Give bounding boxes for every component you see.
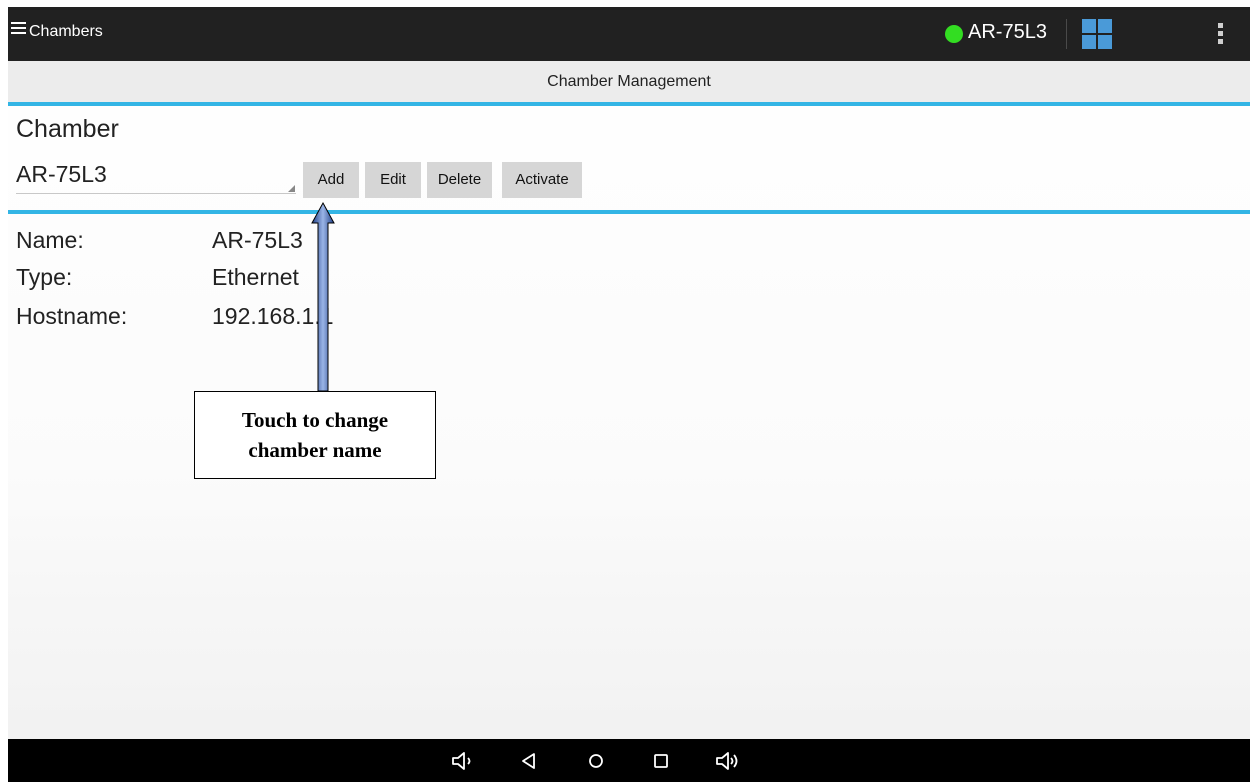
spinner-underline xyxy=(16,193,296,194)
annotation-callout: Touch to change chamber name xyxy=(194,391,436,479)
name-label: Name: xyxy=(16,227,84,253)
chamber-section-label: Chamber xyxy=(16,115,119,143)
accent-divider-bottom xyxy=(8,210,1250,214)
type-label: Type: xyxy=(16,264,73,290)
recents-icon[interactable] xyxy=(648,749,674,773)
volume-down-icon[interactable] xyxy=(450,749,476,773)
volume-up-icon[interactable] xyxy=(714,749,740,773)
tile-grid-icon[interactable] xyxy=(1082,19,1112,49)
action-bar: Chambers AR-75L3 xyxy=(8,7,1250,61)
dropdown-arrow-icon[interactable] xyxy=(288,185,295,192)
overflow-menu-icon[interactable] xyxy=(1216,23,1224,45)
type-value: Ethernet xyxy=(212,264,299,290)
delete-button[interactable]: Delete xyxy=(427,162,492,198)
activate-button[interactable]: Activate xyxy=(502,162,582,198)
annotation-line-1: Touch to change xyxy=(241,408,389,432)
action-bar-divider xyxy=(1066,19,1067,49)
home-icon[interactable] xyxy=(583,749,609,773)
menu-icon[interactable] xyxy=(11,22,27,36)
chamber-spinner-value[interactable]: AR-75L3 xyxy=(16,161,107,188)
connection-status-icon xyxy=(945,25,963,43)
app-window: Chambers AR-75L3 Chamber Management Cham… xyxy=(8,7,1250,782)
app-title[interactable]: Chambers xyxy=(29,23,103,41)
annotation-arrow-icon xyxy=(311,201,335,392)
hostname-label: Hostname: xyxy=(16,303,128,329)
annotation-line-2: chamber name xyxy=(248,438,382,462)
accent-divider-top xyxy=(8,102,1250,106)
active-chamber-label: AR-75L3 xyxy=(968,21,1047,43)
name-value: AR-75L3 xyxy=(212,227,303,253)
chamber-spinner[interactable]: AR-75L3 xyxy=(8,155,298,195)
add-button[interactable]: Add xyxy=(303,162,359,198)
back-icon[interactable] xyxy=(516,749,542,773)
system-nav-bar xyxy=(8,739,1250,782)
screen-title: Chamber Management xyxy=(8,61,1250,102)
edit-button[interactable]: Edit xyxy=(365,162,421,198)
